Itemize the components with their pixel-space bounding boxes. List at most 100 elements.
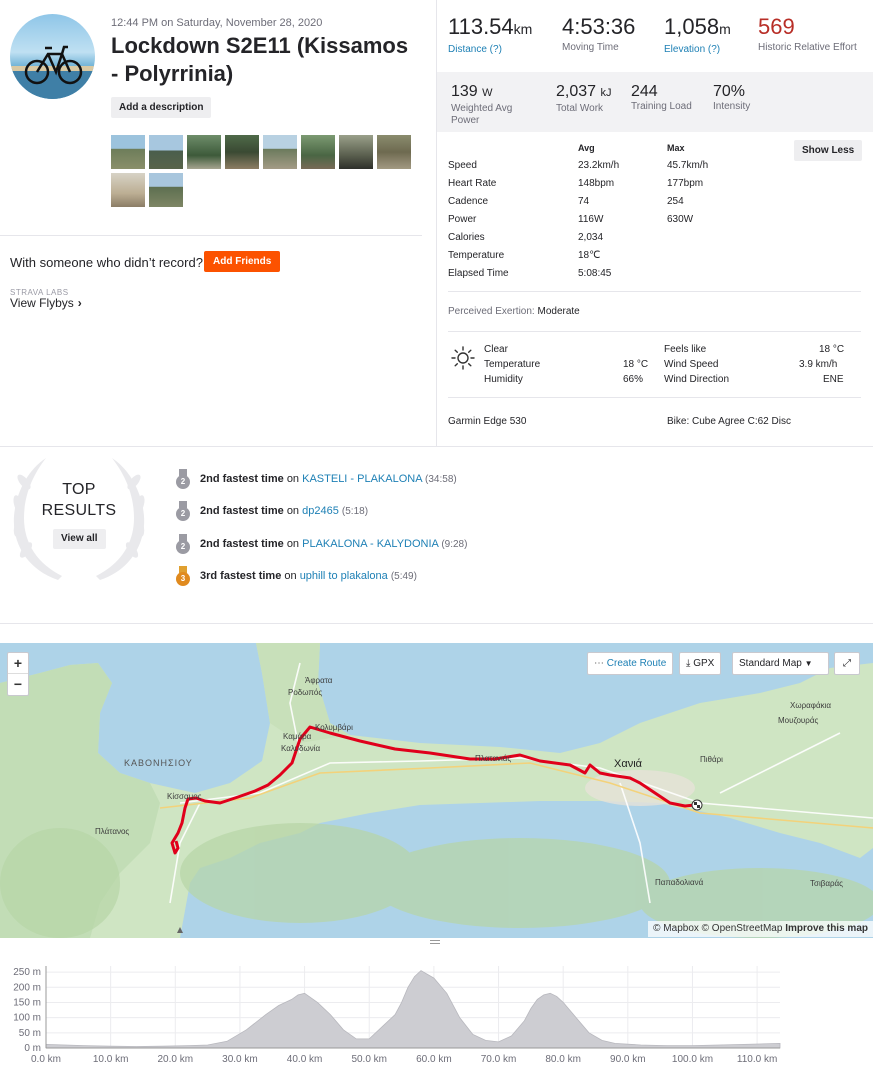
map-label: Ροδωπός [288,688,323,697]
detail-avg: 2,034 [578,232,604,243]
activity-photo[interactable] [111,135,145,169]
feels-like-value: 18 °C [819,344,845,355]
stat-label: Historic Relative Effort [758,42,857,53]
activity-photo[interactable] [149,135,183,169]
weather-temperature-label: Temperature [484,359,541,370]
activity-photo[interactable] [263,135,297,169]
segment-link[interactable]: KASTELI - PLAKALONA [302,473,422,485]
detail-label: Calories [448,232,485,243]
segment-link[interactable]: dp2465 [302,505,339,517]
stat-value: 1,058 [664,14,720,39]
fullscreen-button[interactable]: ⤢ [834,652,860,675]
feels-like-label: Feels like [664,344,707,355]
x-tick-label: 80.0 km [545,1054,581,1065]
create-route-button[interactable]: ⋯ Create Route [587,652,674,675]
bike-name[interactable]: Bike: Cube Agree C:62 Disc [667,416,791,427]
stat-distance: 113.54km Distance (?) [448,14,532,56]
stat-value: 4:53:36 [562,14,636,39]
view-flybys-link[interactable]: View Flybys › [10,296,82,310]
result-time: (5:49) [390,570,417,582]
stat-value: 2,037 [556,83,597,100]
divider [448,331,861,332]
detail-label: Power [448,214,477,225]
stat-relative-effort[interactable]: 569 Historic Relative Effort [758,14,863,54]
map-label: Κίσσαμος [167,792,202,801]
primary-stats: 113.54km Distance (?) 4:53:36 Moving Tim… [437,0,873,72]
stat-value: 139 [451,83,478,100]
secondary-stats: 139 W Weighted Avg Power 2,037 kJ Total … [437,72,873,132]
activity-title: Lockdown S2E11 (Kissamos - Polyrrinia) [111,33,409,86]
x-tick-label: 60.0 km [416,1054,452,1065]
map-label: Χωραφάκια [790,701,831,710]
wind-direction-value: ENE [823,374,844,385]
route-map[interactable]: Άφρατα Ροδωπός Κολυμβάρι Καμάρα Καλυδωνί… [0,643,873,938]
activity-photo[interactable] [225,135,259,169]
athlete-avatar[interactable] [10,14,95,99]
detail-avg: 74 [578,196,590,207]
map-label: ΚΑΒΟΝΗΣΙΟΥ [124,758,193,768]
elevation-chart[interactable]: 0 m 50 m 100 m 150 m 200 m 250 m 0.0 km 10.0 km… [0,960,873,1080]
zoom-control: + − [7,652,29,696]
finish-flag-icon [691,799,703,811]
bronze-medal-icon: 3 [176,566,190,586]
segment-link[interactable]: PLAKALONA - KALYDONIA [302,538,438,550]
stat-weighted-power: 139 W Weighted Avg Power [451,82,541,127]
weather-temperature: 18 °C [623,359,649,370]
map-attribution: © Mapbox © OpenStreetMap Improve this ma… [648,921,873,937]
view-all-button[interactable]: View all [53,529,106,549]
result-rank-text: 2nd fastest time [200,537,284,550]
device-name: Garmin Edge 530 [448,416,527,427]
map-style-select[interactable]: Standard Map ▼ [732,652,829,675]
activity-photo[interactable] [339,135,373,169]
stat-unit: W [482,87,493,99]
result-rank-text: 2nd fastest time [200,504,284,517]
result-time: (34:58) [425,473,457,485]
result-item: 2 2nd fastest time on PLAKALONA - KALYDON… [176,534,467,554]
activity-photo[interactable] [377,135,411,169]
distance-help-link[interactable]: Distance (?) [448,43,532,56]
stat-intensity: 70% Intensity [713,82,750,113]
result-item: 2 2nd fastest time on dp2465 (5:18) [176,501,368,521]
segment-link[interactable]: uphill to plakalona [300,570,388,582]
activity-photo[interactable] [111,173,145,207]
x-tick-label: 50.0 km [351,1054,387,1065]
wind-speed-value: 3.9 km/h [799,359,838,370]
wind-speed-label: Wind Speed [664,359,719,370]
x-tick-label: 100.0 km [672,1054,713,1065]
gpx-label: GPX [693,658,715,669]
detail-avg: 23.2km/h [578,160,620,171]
detail-avg: 18℃ [578,250,601,261]
detail-label: Elapsed Time [448,268,509,279]
stat-value: 244 [631,83,658,100]
add-friends-button[interactable]: Add Friends [204,251,281,272]
elevation-help-link[interactable]: Elevation (?) [664,43,731,56]
add-description-button[interactable]: Add a description [111,97,212,118]
divider [448,397,861,398]
y-tick-label: 200 m [13,982,41,993]
y-tick-label: 0 m [24,1043,41,1054]
wind-direction-label: Wind Direction [664,374,730,385]
activity-photo[interactable] [301,135,335,169]
top-results-title: TOP RESULTS [30,479,128,521]
result-on-text: on [286,537,300,550]
attribution-text: © Mapbox © OpenStreetMap [653,923,783,934]
detail-label: Cadence [448,196,489,207]
activity-photo[interactable] [187,135,221,169]
map-label: Χανιά [614,758,642,770]
improve-map-link[interactable]: Improve this map [785,923,868,934]
y-tick-label: 100 m [13,1013,41,1024]
zoom-in-button[interactable]: + [8,653,28,674]
zoom-out-button[interactable]: − [8,674,28,695]
show-less-button[interactable]: Show Less [794,140,863,161]
stat-label: Training Load [631,101,692,112]
activity-photo[interactable] [149,173,183,207]
silver-medal-icon: 2 [176,501,190,521]
silver-medal-icon: 2 [176,534,190,554]
stat-label: Weighted Avg Power [451,103,513,126]
resize-handle-icon[interactable] [430,939,440,945]
map-label: Τσιβαράς [810,879,843,888]
detail-max: 630W [667,214,694,225]
gpx-button[interactable]: ⤓ GPX [679,652,722,675]
avg-header: Avg [578,143,595,153]
stat-value: 70% [713,83,746,100]
